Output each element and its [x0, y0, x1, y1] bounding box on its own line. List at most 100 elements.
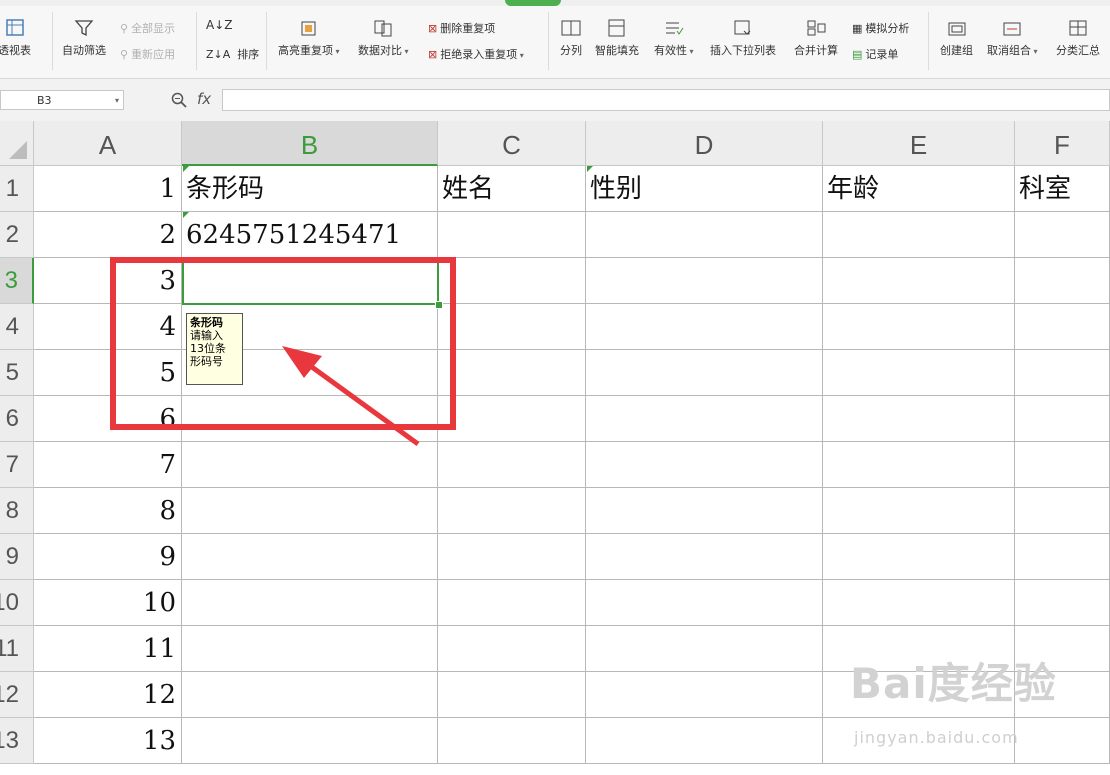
data-compare-button[interactable]: 数据对比 [358, 18, 409, 58]
fx-function-button[interactable]: fx [197, 90, 211, 108]
row-header[interactable]: 8 [0, 488, 34, 534]
cell-d1[interactable]: 性别 [586, 166, 823, 212]
cell-b13[interactable] [182, 718, 438, 764]
cell-c8[interactable] [438, 488, 586, 534]
remove-duplicates-button[interactable]: ⊠ 删除重复项 [428, 20, 495, 36]
consolidate-button[interactable]: 合并计算 [794, 18, 838, 58]
cell-a11[interactable]: 11 [34, 626, 182, 672]
cell-f3[interactable] [1015, 258, 1110, 304]
cell-d13[interactable] [586, 718, 823, 764]
cell-f4[interactable] [1015, 304, 1110, 350]
cell-a1[interactable]: 1 [34, 166, 182, 212]
cell-e10[interactable] [823, 580, 1015, 626]
cell-b7[interactable] [182, 442, 438, 488]
cell-e8[interactable] [823, 488, 1015, 534]
cell-d11[interactable] [586, 626, 823, 672]
cell-b11[interactable] [182, 626, 438, 672]
insert-dropdown-button[interactable]: 插入下拉列表 [710, 18, 776, 58]
cell-b9[interactable] [182, 534, 438, 580]
cell-c1[interactable]: 姓名 [438, 166, 586, 212]
cell-b10[interactable] [182, 580, 438, 626]
row-header[interactable]: 2 [0, 212, 34, 258]
cell-d9[interactable] [586, 534, 823, 580]
sort-button[interactable]: Z↓A 排序 [206, 46, 259, 62]
cell-c10[interactable] [438, 580, 586, 626]
row-header[interactable]: 13 [0, 718, 34, 764]
reapply-button[interactable]: ⚲ 重新应用 [120, 46, 175, 62]
formula-input[interactable] [222, 89, 1110, 111]
cell-a8[interactable]: 8 [34, 488, 182, 534]
cell-f1[interactable]: 科室 [1015, 166, 1110, 212]
cell-c12[interactable] [438, 672, 586, 718]
cell-d4[interactable] [586, 304, 823, 350]
cell-d10[interactable] [586, 580, 823, 626]
row-header[interactable]: 6 [0, 396, 34, 442]
cell-d6[interactable] [586, 396, 823, 442]
cell-f6[interactable] [1015, 396, 1110, 442]
auto-filter-button[interactable]: 自动筛选 [62, 18, 106, 58]
cell-f5[interactable] [1015, 350, 1110, 396]
zoom-icon[interactable] [170, 91, 188, 109]
cell-e6[interactable] [823, 396, 1015, 442]
cell-e9[interactable] [823, 534, 1015, 580]
cell-b8[interactable] [182, 488, 438, 534]
cell-c5[interactable] [438, 350, 586, 396]
column-header-a[interactable]: A [34, 121, 182, 166]
cell-e5[interactable] [823, 350, 1015, 396]
row-header[interactable]: 1 [0, 166, 34, 212]
create-group-button[interactable]: 创建组 [940, 18, 973, 58]
record-form-button[interactable]: ▤ 记录单 [852, 46, 898, 62]
cell-d8[interactable] [586, 488, 823, 534]
cell-b12[interactable] [182, 672, 438, 718]
cell-e4[interactable] [823, 304, 1015, 350]
cell-c9[interactable] [438, 534, 586, 580]
what-if-analysis-button[interactable]: ▦ 模拟分析 [852, 20, 909, 36]
cell-e7[interactable] [823, 442, 1015, 488]
column-header-d[interactable]: D [586, 121, 823, 166]
cell-d5[interactable] [586, 350, 823, 396]
row-header[interactable]: 3 [0, 258, 34, 304]
row-header[interactable]: 10 [0, 580, 34, 626]
column-header-c[interactable]: C [438, 121, 586, 166]
row-header[interactable]: 4 [0, 304, 34, 350]
validity-button[interactable]: 有效性 [654, 18, 694, 58]
chevron-down-icon[interactable]: ▾ [115, 91, 119, 111]
smart-fill-button[interactable]: 智能填充 [595, 18, 639, 58]
cell-a2[interactable]: 2 [34, 212, 182, 258]
cell-c7[interactable] [438, 442, 586, 488]
row-header[interactable]: 11 [0, 626, 34, 672]
row-header[interactable]: 9 [0, 534, 34, 580]
cell-c4[interactable] [438, 304, 586, 350]
cell-c6[interactable] [438, 396, 586, 442]
cell-e13[interactable] [823, 718, 1015, 764]
cell-f7[interactable] [1015, 442, 1110, 488]
select-all-corner[interactable] [0, 121, 34, 166]
show-all-button[interactable]: ⚲ 全部显示 [120, 20, 175, 36]
ungroup-button[interactable]: 取消组合 [987, 18, 1038, 58]
cell-b2[interactable]: 6245751245471 [182, 212, 438, 258]
cell-f12[interactable] [1015, 672, 1110, 718]
sort-asc-icon[interactable]: A↓Z [206, 18, 232, 32]
column-header-b[interactable]: B [182, 121, 438, 166]
cell-a12[interactable]: 12 [34, 672, 182, 718]
pivot-table-button[interactable]: 透视表 [0, 18, 31, 58]
cell-d12[interactable] [586, 672, 823, 718]
cell-d3[interactable] [586, 258, 823, 304]
cell-f8[interactable] [1015, 488, 1110, 534]
reject-duplicates-button[interactable]: ⊠ 拒绝录入重复项 [428, 46, 524, 62]
cell-e1[interactable]: 年龄 [823, 166, 1015, 212]
name-box[interactable]: B3 ▾ [0, 90, 124, 110]
cell-f2[interactable] [1015, 212, 1110, 258]
cell-c3[interactable] [438, 258, 586, 304]
highlight-duplicates-button[interactable]: 高亮重复项 [278, 18, 340, 58]
cell-e2[interactable] [823, 212, 1015, 258]
cell-a9[interactable]: 9 [34, 534, 182, 580]
cell-e3[interactable] [823, 258, 1015, 304]
cell-a10[interactable]: 10 [34, 580, 182, 626]
row-header[interactable]: 12 [0, 672, 34, 718]
cell-d2[interactable] [586, 212, 823, 258]
cell-f10[interactable] [1015, 580, 1110, 626]
column-header-e[interactable]: E [823, 121, 1015, 166]
cell-b1[interactable]: 条形码 [182, 166, 438, 212]
column-header-f[interactable]: F [1015, 121, 1110, 166]
